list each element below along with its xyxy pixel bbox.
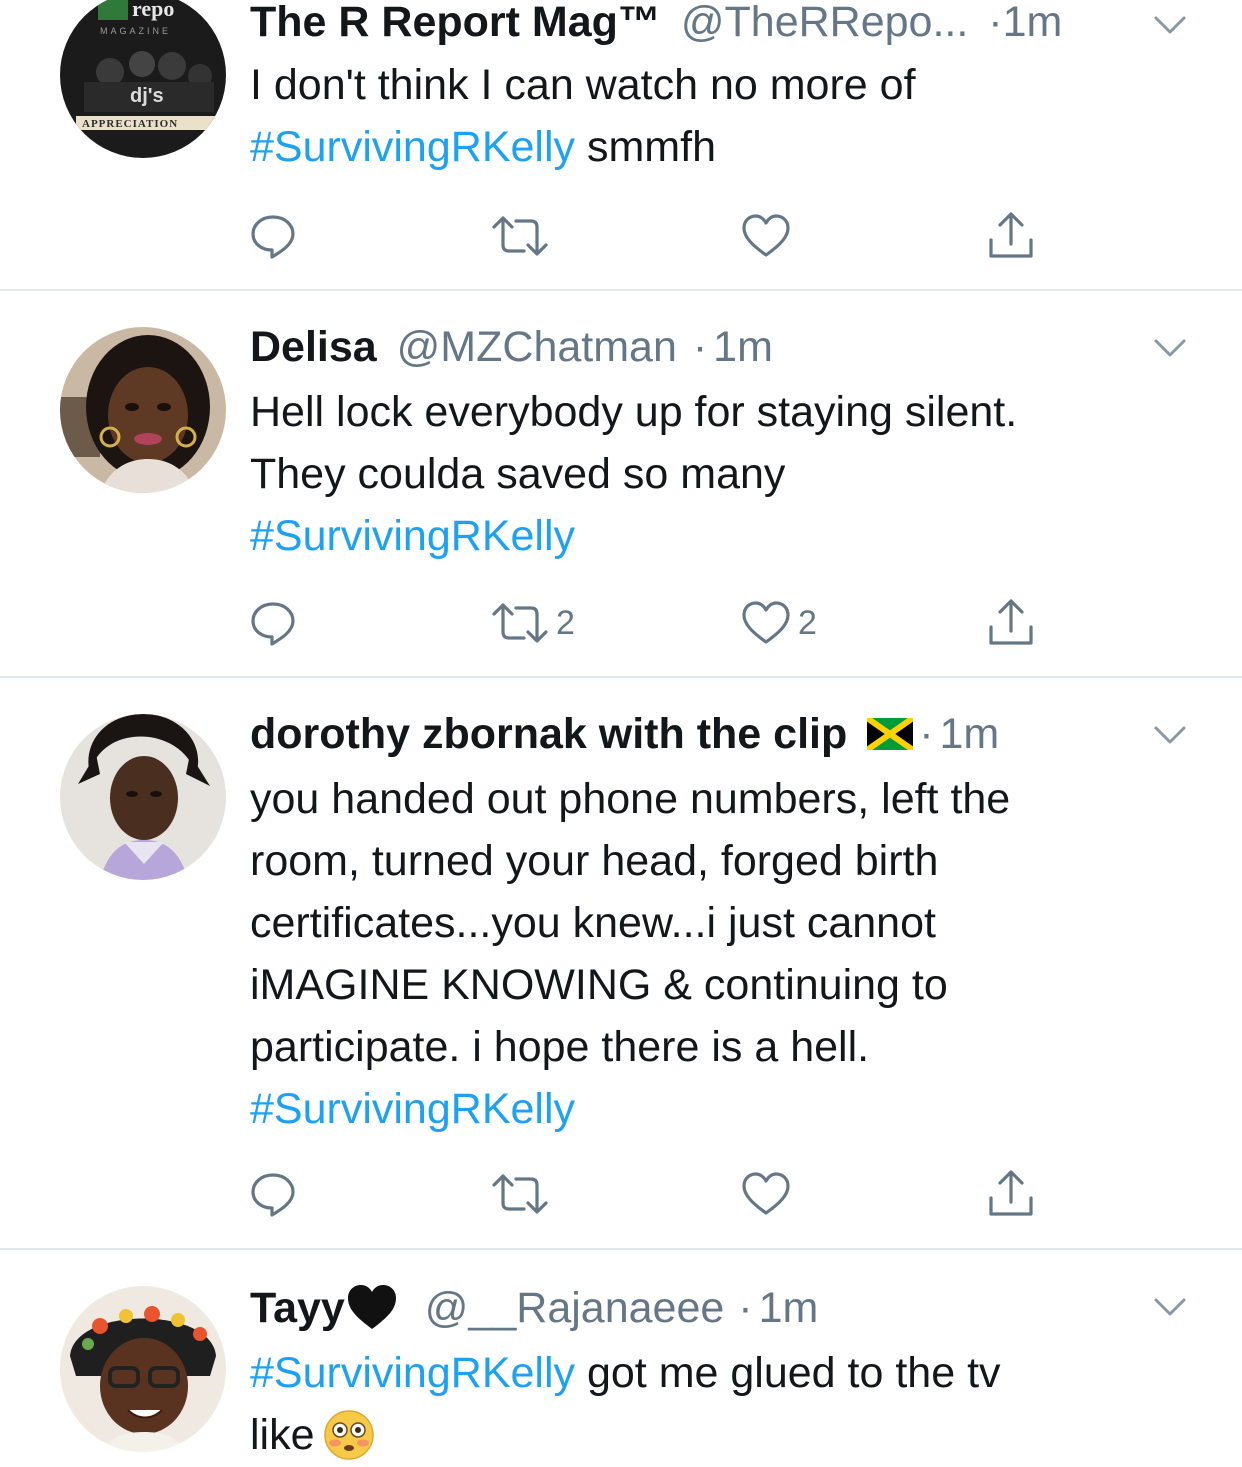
text-span: room, turned your head, forged birth <box>250 837 939 885</box>
like-button[interactable] <box>740 206 798 266</box>
avatar-logo-appreciation: APPRECIATION <box>82 118 178 130</box>
hashtag-link[interactable]: #SurvivingRKelly <box>250 123 575 171</box>
text-span: certificates...you knew...i just cannot <box>250 899 936 947</box>
avatar[interactable] <box>60 1286 226 1452</box>
timestamp[interactable]: 1m <box>759 1284 819 1332</box>
separator-dot: · <box>988 0 1003 46</box>
avatar-logo-sub: MAGAZINE <box>100 26 171 36</box>
hashtag-link[interactable]: #SurvivingRKelly <box>250 1349 575 1397</box>
text-line: participate. i hope there is a hell. <box>250 1016 1180 1078</box>
tweet-text: Hell lock everybody up for staying silen… <box>250 381 1180 567</box>
text-line: I don't think I can watch no more of <box>250 54 1180 116</box>
text-span: like <box>250 1411 315 1459</box>
text-span: you handed out phone numbers, left the <box>250 775 1011 823</box>
separator-dot: · <box>738 1284 753 1332</box>
retweet-button[interactable] <box>490 206 556 266</box>
like-count: 2 <box>798 604 817 642</box>
tweet-actions <box>0 206 1242 266</box>
chevron-down-icon[interactable] <box>1150 333 1190 363</box>
tweet[interactable]: repo MAGAZINE dj's APPRECIATION The R Re… <box>0 0 1242 290</box>
timestamp[interactable]: 1m <box>940 710 1000 758</box>
tweet-text: #SurvivingRKelly got me glued to the tv … <box>250 1342 1180 1467</box>
text-span: They coulda saved so many <box>250 450 786 498</box>
retweet-icon <box>492 603 548 643</box>
tweet-actions <box>0 1164 1242 1224</box>
retweet-icon <box>492 216 548 256</box>
jamaica-flag-icon <box>867 717 914 750</box>
text-line: you handed out phone numbers, left the <box>250 768 1180 830</box>
reply-button[interactable] <box>248 206 298 266</box>
text-line: certificates...you knew...i just cannot <box>250 892 1180 954</box>
avatar-logo-text: repo <box>132 0 174 21</box>
retweet-button[interactable] <box>490 1164 556 1224</box>
text-line: #SurvivingRKelly smmfh <box>250 116 1180 178</box>
avatar[interactable]: repo MAGAZINE dj's APPRECIATION <box>60 0 226 158</box>
text-line: #SurvivingRKelly <box>250 505 1180 567</box>
display-name[interactable]: dorothy zbornak with the clip <box>250 710 847 758</box>
hashtag-link[interactable]: #SurvivingRKelly <box>250 512 575 560</box>
reply-button[interactable] <box>248 1164 298 1224</box>
text-line: They coulda saved so many <box>250 443 1180 505</box>
text-span: Hell lock everybody up for staying silen… <box>250 388 1018 436</box>
heart-icon <box>742 601 790 644</box>
user-handle[interactable]: @MZChatman <box>397 323 677 371</box>
text-span: I don't think I can watch no more of <box>250 61 916 109</box>
tweet-text: you handed out phone numbers, left the r… <box>250 768 1180 1140</box>
heart-icon <box>742 214 790 257</box>
chevron-down-icon[interactable] <box>1150 720 1190 750</box>
text-line: like <box>250 1404 1180 1467</box>
text-line: Hell lock everybody up for staying silen… <box>250 381 1180 443</box>
chevron-down-icon[interactable] <box>1150 1292 1190 1322</box>
like-button[interactable] <box>740 1164 798 1224</box>
retweet-icon <box>492 1174 548 1214</box>
reply-button[interactable] <box>248 593 298 653</box>
reply-icon <box>251 215 295 259</box>
share-icon <box>989 212 1033 258</box>
text-span: participate. i hope there is a hell. <box>250 1023 870 1071</box>
retweet-count: 2 <box>556 604 575 642</box>
display-name[interactable]: Delisa <box>250 323 377 371</box>
reply-icon <box>251 1173 295 1217</box>
black-heart-icon <box>347 1284 396 1329</box>
tweet-header: dorothy zbornak with the clip · 1m <box>250 704 1122 764</box>
tweet[interactable]: dorothy zbornak with the clip · 1m you ha… <box>0 678 1242 1248</box>
avatar-logo-dj: dj's <box>130 85 164 107</box>
share-button[interactable] <box>986 206 1036 266</box>
text-span: got me glued to the tv <box>575 1349 1001 1397</box>
tweet-header: Delisa @MZChatman · 1m <box>250 317 1122 377</box>
user-handle[interactable]: @__Rajanaeee <box>425 1284 725 1332</box>
text-line: iMAGINE KNOWING & continuing to <box>250 954 1180 1016</box>
text-line: #SurvivingRKelly got me glued to the tv <box>250 1342 1180 1404</box>
display-name[interactable]: Tayy <box>250 1284 345 1332</box>
share-icon <box>989 1170 1033 1216</box>
hashtag-link[interactable]: #SurvivingRKelly <box>250 1085 575 1133</box>
tweet-header: The R Report Mag™ @TheRRepo... ·1m <box>250 0 1122 52</box>
text-span: iMAGINE KNOWING & continuing to <box>250 961 948 1009</box>
text-span: smmfh <box>575 123 716 171</box>
tweet-text: I don't think I can watch no more of #Su… <box>250 54 1180 178</box>
flushed-face-emoji-icon <box>323 1409 374 1460</box>
reply-icon <box>251 602 295 646</box>
share-button[interactable] <box>986 1164 1036 1224</box>
like-button[interactable]: 2 <box>740 593 817 653</box>
timestamp[interactable]: 1m <box>1003 0 1063 46</box>
avatar[interactable] <box>60 327 226 493</box>
separator-dot: · <box>919 710 934 758</box>
share-icon <box>989 599 1033 645</box>
text-line: #SurvivingRKelly <box>250 1078 1180 1140</box>
tweet-header: Tayy @__Rajanaeee · 1m <box>250 1278 1122 1338</box>
timestamp[interactable]: 1m <box>713 323 773 371</box>
separator-dot: · <box>692 323 708 371</box>
tweet-actions: 2 2 <box>0 593 1242 653</box>
user-handle[interactable]: @TheRRepo... <box>681 0 968 46</box>
text-line: room, turned your head, forged birth <box>250 830 1180 892</box>
heart-icon <box>742 1172 790 1215</box>
display-name[interactable]: The R Report Mag™ <box>250 0 661 46</box>
avatar[interactable] <box>60 714 226 880</box>
tweet[interactable]: Delisa @MZChatman · 1m Hell lock everybod… <box>0 291 1242 677</box>
retweet-button[interactable]: 2 <box>490 593 575 653</box>
chevron-down-icon[interactable] <box>1150 10 1190 40</box>
tweet[interactable]: Tayy @__Rajanaeee · 1m #SurvivingRKelly g… <box>0 1250 1242 1462</box>
share-button[interactable] <box>986 593 1036 653</box>
